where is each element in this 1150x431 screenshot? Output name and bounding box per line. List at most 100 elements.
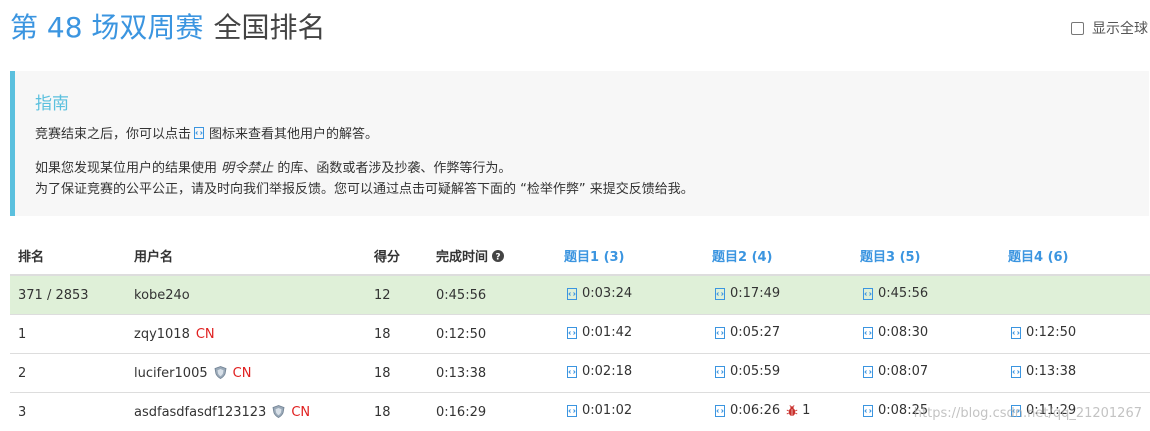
- doc-code-icon[interactable]: [566, 287, 578, 300]
- guide-line-1: 竞赛结束之后，你可以点击 图标来查看其他用户的解答。: [35, 124, 1149, 145]
- my-q3[interactable]: 0:45:56: [860, 274, 1008, 315]
- table-row: 1 zqy1018 CN 18 0:12:50 0:01:42 0:05:27 0…: [10, 314, 1150, 354]
- row-q3-time: 0:08:07: [878, 364, 929, 380]
- row-finish-time: 0:16:29: [436, 392, 564, 431]
- row-q3[interactable]: 0:08:07: [860, 353, 1008, 393]
- region-tag: CN: [291, 404, 311, 420]
- row-finish-time: 0:12:50: [436, 314, 564, 354]
- row-q1[interactable]: 0:01:42: [564, 314, 712, 354]
- row-username[interactable]: asdfasdfasdf123123: [134, 405, 266, 420]
- guide-line-1-post: 图标来查看其他用户的解答。: [209, 127, 379, 142]
- my-username[interactable]: kobe24o: [134, 274, 374, 315]
- row-q3[interactable]: 0:08:30: [860, 314, 1008, 354]
- svg-text:?: ?: [495, 252, 500, 262]
- my-score: 12: [374, 274, 436, 315]
- row-score: 18: [374, 314, 436, 354]
- guide-line-2-post: 的库、函数或者涉及抄袭、作弊等行为。: [277, 161, 512, 176]
- col-finish-time-label: 完成时间: [436, 249, 489, 265]
- row-username[interactable]: zqy1018: [134, 327, 190, 342]
- row-rank: 1: [10, 314, 134, 354]
- ranking-table: 排名 用户名 得分 完成时间? 题目1 (3) 题目2 (4) 题目3 (5) …: [10, 236, 1150, 431]
- row-user[interactable]: zqy1018 CN: [134, 314, 374, 354]
- doc-code-icon[interactable]: [566, 326, 578, 339]
- table-row: 2 lucifer1005 CN 18 0:13:38 0:02:18 0:05:…: [10, 353, 1150, 393]
- doc-code-icon[interactable]: [714, 287, 726, 300]
- region-tag: CN: [195, 326, 215, 342]
- table-header-row: 排名 用户名 得分 完成时间? 题目1 (3) 题目2 (4) 题目3 (5) …: [10, 236, 1150, 276]
- my-finish-time: 0:45:56: [436, 274, 564, 315]
- row-q1-time: 0:02:18: [582, 364, 633, 380]
- doc-code-icon[interactable]: [862, 326, 874, 339]
- page-title: 第 48 场双周赛 全国排名: [10, 4, 325, 48]
- row-q2[interactable]: 0:05:59: [712, 353, 860, 393]
- row-q2-time: 0:06:26: [730, 403, 781, 419]
- col-score: 得分: [374, 236, 436, 276]
- doc-code-icon[interactable]: [714, 365, 726, 378]
- doc-code-icon[interactable]: [1010, 365, 1022, 378]
- row-q2-time: 0:05:27: [730, 325, 781, 341]
- shield-icon: [214, 365, 227, 379]
- col-finish-time: 完成时间?: [436, 236, 564, 276]
- wrong-count: 1: [802, 403, 811, 419]
- col-q3[interactable]: 题目3 (5): [860, 236, 1008, 276]
- col-q1[interactable]: 题目1 (3): [564, 236, 712, 276]
- row-user[interactable]: lucifer1005 CN: [134, 353, 374, 393]
- question-circle-icon[interactable]: ?: [492, 249, 505, 262]
- guide-line-2-pre: 如果您发现某位用户的结果使用: [35, 161, 218, 176]
- my-rank: 371 / 2853: [10, 274, 134, 315]
- row-q2[interactable]: 0:06:26 1: [712, 392, 860, 431]
- watermark: https://blog.csdn.net/qq_21201267: [913, 406, 1142, 421]
- row-q2[interactable]: 0:05:27: [712, 314, 860, 354]
- col-user: 用户名: [134, 236, 374, 276]
- guide-line-1-pre: 竞赛结束之后，你可以点击: [35, 127, 192, 142]
- show-global-label: 显示全球: [1092, 21, 1148, 37]
- region-tag: CN: [232, 365, 252, 381]
- row-score: 18: [374, 353, 436, 393]
- my-rank-row: 371 / 2853 kobe24o 12 0:45:56 0:03:24 0:…: [10, 274, 1150, 315]
- row-username[interactable]: lucifer1005: [134, 366, 208, 381]
- row-rank: 2: [10, 353, 134, 393]
- my-q3-time: 0:45:56: [878, 286, 929, 302]
- row-user[interactable]: asdfasdfasdf123123 CN: [134, 392, 374, 431]
- doc-code-icon[interactable]: [1010, 326, 1022, 339]
- row-q4-time: 0:12:50: [1026, 325, 1077, 341]
- doc-code-icon[interactable]: [862, 365, 874, 378]
- show-global-checkbox[interactable]: [1071, 21, 1084, 35]
- row-q4[interactable]: 0:13:38: [1008, 353, 1150, 393]
- bug-icon: [786, 404, 798, 416]
- row-rank: 3: [10, 392, 134, 431]
- row-finish-time: 0:13:38: [436, 353, 564, 393]
- row-q4[interactable]: 0:12:50: [1008, 314, 1150, 354]
- row-q1-time: 0:01:02: [582, 403, 633, 419]
- row-q1[interactable]: 0:01:02: [564, 392, 712, 431]
- col-q4[interactable]: 题目4 (6): [1008, 236, 1150, 276]
- row-q1[interactable]: 0:02:18: [564, 353, 712, 393]
- doc-code-icon[interactable]: [862, 404, 874, 417]
- my-q2-time: 0:17:49: [730, 286, 781, 302]
- row-q3-time: 0:08:30: [878, 325, 929, 341]
- col-q2[interactable]: 题目2 (4): [712, 236, 860, 276]
- guide-line-3: 为了保证竞赛的公平公正，请及时向我们举报反馈。您可以通过点击可疑解答下面的 “检…: [35, 182, 694, 197]
- guide-line-2: 如果您发现某位用户的结果使用 明令禁止 的库、函数或者涉及抄袭、作弊等行为。: [35, 158, 1149, 179]
- row-q2-time: 0:05:59: [730, 364, 781, 380]
- doc-code-icon[interactable]: [862, 287, 874, 300]
- guide-line-2-emphasis: 明令禁止: [221, 161, 274, 176]
- doc-code-icon[interactable]: [714, 404, 726, 417]
- doc-code-icon[interactable]: [566, 404, 578, 417]
- rank-title: 全国排名: [213, 11, 326, 44]
- contest-title: 第 48 场双周赛: [10, 11, 204, 44]
- doc-code-icon[interactable]: [714, 326, 726, 339]
- my-q2[interactable]: 0:17:49: [712, 274, 860, 315]
- doc-code-icon[interactable]: [566, 365, 578, 378]
- my-q1[interactable]: 0:03:24: [564, 274, 712, 315]
- my-q1-time: 0:03:24: [582, 286, 633, 302]
- col-rank: 排名: [10, 236, 134, 276]
- guide-title: 指南: [35, 94, 69, 114]
- guide-panel: 指南 竞赛结束之后，你可以点击 图标来查看其他用户的解答。 如果您发现某位用户的结…: [10, 71, 1149, 216]
- my-q4: [1008, 274, 1150, 315]
- show-global-toggle[interactable]: 显示全球: [1071, 18, 1148, 38]
- shield-icon: [272, 404, 285, 418]
- row-score: 18: [374, 392, 436, 431]
- row-q1-time: 0:01:42: [582, 325, 633, 341]
- doc-code-icon: [194, 127, 205, 139]
